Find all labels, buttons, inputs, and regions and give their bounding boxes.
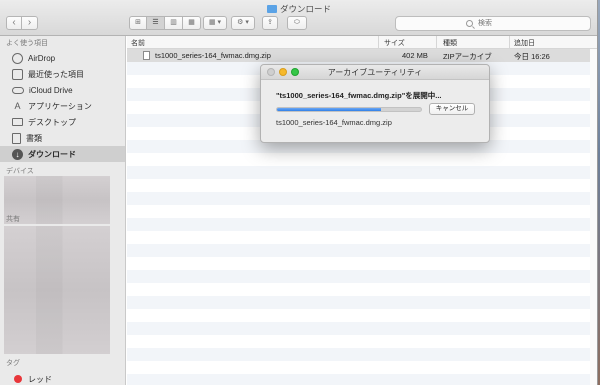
finder-window: ダウンロード ‹ › ⊞ ☰ ▥ ▦ ▦ ▾ ⚙ ▾ ⇪ ⬭ よく使う項目 Ai… <box>0 0 598 385</box>
column-header-bar: 名前 サイズ 種類 追加日 <box>127 36 597 49</box>
downloads-icon: ↓ <box>12 148 23 160</box>
icon-view-button[interactable]: ⊞ <box>129 16 147 30</box>
sidebar-item-recents[interactable]: 最近使った項目 <box>0 66 125 82</box>
empty-row <box>127 179 597 192</box>
column-divider[interactable] <box>378 36 379 49</box>
empty-row <box>127 270 597 283</box>
empty-row <box>127 335 597 348</box>
archive-utility-dialog: アーカイブユーティリティ "ts1000_series-164_fwmac.dm… <box>260 64 490 143</box>
window-title-label: ダウンロード <box>279 4 331 14</box>
extract-progress-fill <box>277 108 381 111</box>
empty-row <box>127 218 597 231</box>
applications-icon: A <box>14 100 21 111</box>
close-window-button[interactable] <box>267 68 275 76</box>
empty-row <box>127 192 597 205</box>
nav-buttons: ‹ › <box>6 16 38 30</box>
sidebar-tag-label: レッド <box>28 374 52 384</box>
sidebar-item-downloads[interactable]: ↓ ダウンロード <box>0 146 125 162</box>
sidebar-item-label: デスクトップ <box>28 117 76 127</box>
zip-file-icon <box>143 51 150 60</box>
sidebar-item-label: AirDrop <box>28 53 56 63</box>
airdrop-icon <box>12 52 23 64</box>
extract-file-name: ts1000_series-164_fwmac.dmg.zip <box>276 118 392 127</box>
sidebar-item-applications[interactable]: A アプリケーション <box>0 98 125 114</box>
tag-button[interactable]: ⬭ <box>287 16 307 30</box>
cloud-icon <box>12 86 24 94</box>
file-kind: ZIPアーカイブ <box>443 52 492 61</box>
empty-row <box>127 374 597 385</box>
gallery-view-button[interactable]: ▦ <box>183 16 201 30</box>
shared-header: 共有 <box>6 216 20 223</box>
column-view-button[interactable]: ▥ <box>165 16 183 30</box>
sidebar-item-label: 最近使った項目 <box>28 69 84 79</box>
dialog-titlebar: アーカイブユーティリティ <box>261 65 489 80</box>
red-tag-icon <box>14 375 22 383</box>
file-name: ts1000_series-164_fwmac.dmg.zip <box>155 51 271 60</box>
extract-progress-bar <box>276 107 422 112</box>
sidebar: よく使う項目 AirDrop 最近使った項目 iCloud Drive A アプ… <box>0 36 126 385</box>
sidebar-item-icloud-drive[interactable]: iCloud Drive <box>0 82 125 98</box>
search-icon <box>466 20 473 27</box>
empty-row <box>127 296 597 309</box>
sidebar-item-label: 書類 <box>26 133 42 143</box>
sidebar-tag-red[interactable]: レッド <box>0 371 126 385</box>
window-title: ダウンロード <box>0 3 597 15</box>
cancel-button[interactable]: キャンセル <box>429 103 475 115</box>
folder-icon <box>266 5 277 13</box>
column-header-kind[interactable]: 種類 <box>443 38 457 48</box>
recents-icon <box>12 68 23 80</box>
documents-icon <box>12 132 21 144</box>
column-header-name[interactable]: 名前 <box>131 38 145 48</box>
empty-row <box>127 205 597 218</box>
sidebar-item-label: アプリケーション <box>28 101 92 111</box>
empty-row <box>127 231 597 244</box>
file-row[interactable]: ts1000_series-164_fwmac.dmg.zip 402 MB Z… <box>127 49 597 62</box>
minimize-window-button[interactable] <box>279 68 287 76</box>
empty-row <box>127 361 597 374</box>
empty-row <box>127 283 597 296</box>
forward-button[interactable]: › <box>22 16 38 30</box>
dialog-title: アーカイブユーティリティ <box>327 68 423 77</box>
empty-row <box>127 322 597 335</box>
favorites-header: よく使う項目 <box>6 40 48 47</box>
empty-row <box>127 257 597 270</box>
file-size: 402 MB <box>402 51 428 60</box>
shared-redacted-area <box>4 226 110 354</box>
view-mode-group: ⊞ ☰ ▥ ▦ <box>129 16 201 30</box>
empty-row <box>127 309 597 322</box>
sidebar-item-label: ダウンロード <box>28 149 76 159</box>
tags-header: タグ <box>6 360 20 367</box>
search-input[interactable] <box>478 18 578 29</box>
toolbar: ダウンロード ‹ › ⊞ ☰ ▥ ▦ ▦ ▾ ⚙ ▾ ⇪ ⬭ <box>0 0 597 36</box>
empty-row <box>127 244 597 257</box>
vertical-scrollbar[interactable] <box>590 49 597 385</box>
empty-row <box>127 153 597 166</box>
back-button[interactable]: ‹ <box>6 16 22 30</box>
sidebar-item-desktop[interactable]: デスクトップ <box>0 114 125 130</box>
column-header-date-added[interactable]: 追加日 <box>514 38 535 48</box>
column-divider[interactable] <box>436 36 437 49</box>
arrange-button[interactable]: ▦ ▾ <box>203 16 227 30</box>
share-button[interactable]: ⇪ <box>262 16 278 30</box>
sidebar-item-airdrop[interactable]: AirDrop <box>0 50 125 66</box>
desktop-icon <box>12 118 23 126</box>
empty-row <box>127 166 597 179</box>
file-date-added: 今日 16:26 <box>514 52 550 61</box>
action-gear-button[interactable]: ⚙ ▾ <box>231 16 255 30</box>
list-view-button[interactable]: ☰ <box>147 16 165 30</box>
sidebar-item-documents[interactable]: 書類 <box>0 130 125 146</box>
sidebar-item-label: iCloud Drive <box>29 85 73 95</box>
column-header-size[interactable]: サイズ <box>384 38 405 48</box>
extract-status-message: "ts1000_series-164_fwmac.dmg.zip"を展開中... <box>276 91 442 100</box>
column-divider[interactable] <box>509 36 510 49</box>
zoom-window-button[interactable] <box>291 68 299 76</box>
empty-row <box>127 348 597 361</box>
search-field[interactable] <box>395 16 591 31</box>
